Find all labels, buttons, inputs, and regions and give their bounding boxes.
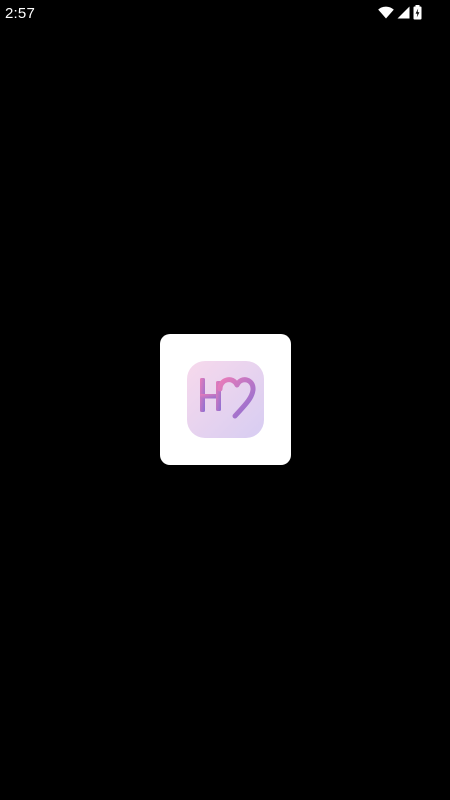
battery-charging-icon xyxy=(413,4,422,20)
splash-logo-card xyxy=(160,334,291,465)
heart-h-logo-icon xyxy=(187,361,264,438)
wifi-icon xyxy=(378,6,394,19)
cell-signal-icon xyxy=(397,6,410,19)
splash-screen: 2:57 xyxy=(0,0,450,800)
status-icons xyxy=(378,4,422,20)
status-bar: 2:57 xyxy=(0,0,450,28)
status-time: 2:57 xyxy=(5,5,35,22)
